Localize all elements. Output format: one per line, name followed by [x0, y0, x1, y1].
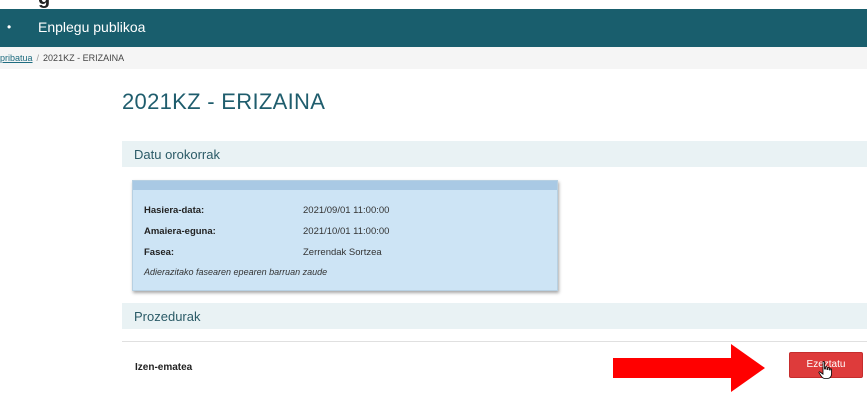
info-panel-band: [133, 181, 557, 190]
info-value: 2021/10/01 11:00:00: [303, 226, 390, 237]
page-title: 2021KZ - ERIZAINA: [122, 89, 326, 114]
procedure-label: Izen-ematea: [135, 362, 193, 373]
cropped-heading: g: [0, 0, 867, 9]
menu-bullet-icon: •: [7, 20, 12, 34]
procedures-section-title: Prozedurak: [134, 309, 201, 324]
hand-cursor-icon: [818, 361, 832, 379]
info-value: 2021/09/01 11:00:00: [303, 205, 390, 216]
info-label: Amaiera-eguna:: [144, 226, 216, 237]
app-title[interactable]: Enplegu publikoa: [38, 19, 145, 35]
breadcrumb-separator: /: [36, 53, 40, 63]
breadcrumb-current: 2021KZ - ERIZAINA: [43, 53, 125, 63]
red-arrow-icon: [613, 344, 765, 392]
general-section-header: Datu orokorrak: [122, 141, 867, 167]
info-note: Adierazitako fasearen epearen barruan za…: [144, 267, 328, 277]
breadcrumb-parent-link[interactable]: pribatua: [0, 53, 33, 63]
procedures-section-header: Prozedurak: [122, 303, 867, 329]
cropped-heading-text: g: [38, 0, 50, 9]
info-label: Fasea:: [144, 247, 175, 258]
info-panel: Hasiera-data: 2021/09/01 11:00:00 Amaier…: [132, 180, 558, 291]
breadcrumb: pribatua/2021KZ - ERIZAINA: [0, 47, 867, 69]
info-label: Hasiera-data:: [144, 205, 205, 216]
info-value: Zerrendak Sortzea: [303, 247, 382, 258]
general-section-title: Datu orokorrak: [134, 147, 220, 162]
top-navbar: • Enplegu publikoa: [0, 9, 867, 47]
